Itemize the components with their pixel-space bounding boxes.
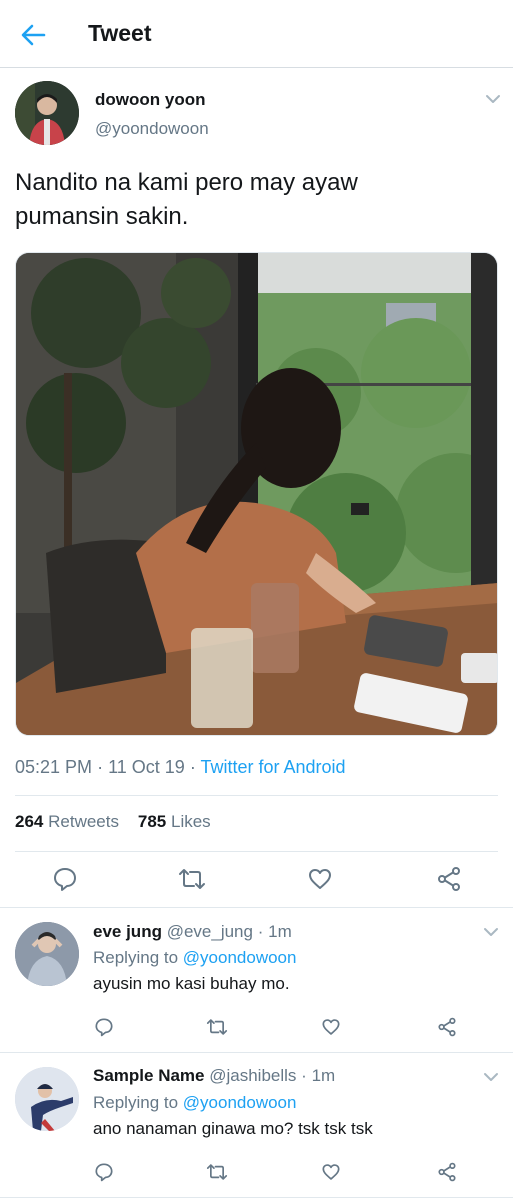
retweet-icon[interactable]	[206, 1017, 228, 1037]
page-title: Tweet	[88, 20, 152, 46]
reply-text: ano nanaman ginawa mo? tsk tsk tsk	[93, 1119, 373, 1138]
chevron-down-icon[interactable]	[482, 923, 500, 941]
reply-icon[interactable]	[52, 866, 78, 892]
divider	[0, 907, 513, 908]
tweet-text-line: pumansin sakin.	[15, 203, 189, 230]
likes-count[interactable]: 785	[138, 812, 166, 831]
meta-separator: ·	[97, 757, 104, 777]
tweet-photo[interactable]	[15, 252, 498, 736]
replying-to-link[interactable]: @yoondowoon	[183, 1093, 297, 1112]
reply-time: 1m	[268, 922, 292, 941]
replying-to-line: Replying to @yoondowoon	[93, 948, 296, 968]
retweet-icon[interactable]	[178, 866, 206, 892]
meta-separator: ·	[257, 922, 264, 941]
meta-separator: ·	[301, 1066, 307, 1085]
tweet-source-link[interactable]: Twitter for Android	[201, 757, 346, 777]
reply-text: ayusin mo kasi buhay mo.	[93, 974, 290, 993]
author-name[interactable]: dowoon yoon	[95, 90, 205, 110]
arrow-left-icon[interactable]	[18, 20, 48, 50]
like-icon[interactable]	[307, 866, 333, 892]
tweet-date: 11 Oct 19	[108, 757, 185, 777]
share-icon[interactable]	[437, 1017, 457, 1037]
chevron-down-icon[interactable]	[482, 1068, 500, 1086]
reply-avatar[interactable]	[15, 1067, 79, 1131]
replying-to-link[interactable]: @yoondowoon	[183, 948, 297, 967]
like-icon[interactable]	[321, 1017, 341, 1037]
author-avatar[interactable]	[15, 81, 79, 145]
reply-time: 1m	[311, 1066, 336, 1085]
retweets-count[interactable]: 264	[15, 812, 43, 831]
reply-author-name[interactable]: eve jung	[93, 922, 162, 941]
reply-author-handle[interactable]: @eve_jung	[167, 922, 253, 941]
reply-header: eve jung @eve_jung · 1m	[93, 922, 292, 942]
tweet-stats: 264 Retweets 785 Likes	[15, 812, 211, 832]
reply-icon[interactable]	[94, 1017, 114, 1037]
divider	[15, 851, 498, 852]
tweet-text: Nandito na kami pero may ayaw pumansin s…	[15, 166, 495, 234]
like-icon[interactable]	[321, 1162, 341, 1182]
reply-icon[interactable]	[94, 1162, 114, 1182]
top-app-bar: Tweet	[0, 0, 513, 68]
divider	[0, 1052, 513, 1053]
replying-to-label: Replying to	[93, 948, 179, 967]
meta-separator: ·	[189, 757, 196, 777]
author-handle[interactable]: @yoondowoon	[95, 119, 209, 139]
divider	[15, 795, 498, 796]
reply-header: Sample Name @jashibells · 1m	[93, 1066, 335, 1086]
tweet-text-line: Nandito na kami pero may ayaw	[15, 169, 358, 196]
tweet-timestamp: 05:21 PM · 11 Oct 19 · Twitter for Andro…	[15, 757, 346, 778]
divider	[0, 1197, 513, 1198]
share-icon[interactable]	[437, 1162, 457, 1182]
reply-avatar[interactable]	[15, 922, 79, 986]
reply-author-handle[interactable]: @jashibells	[209, 1066, 296, 1085]
retweet-icon[interactable]	[206, 1162, 228, 1182]
likes-label[interactable]: Likes	[171, 812, 211, 831]
retweets-label[interactable]: Retweets	[48, 812, 119, 831]
replying-to-line: Replying to @yoondowoon	[93, 1093, 296, 1113]
tweet-time: 05:21 PM	[15, 757, 93, 777]
replying-to-label: Replying to	[93, 1093, 179, 1112]
reply-author-name[interactable]: Sample Name	[93, 1066, 205, 1085]
share-icon[interactable]	[436, 866, 462, 892]
chevron-down-icon[interactable]	[484, 90, 502, 108]
